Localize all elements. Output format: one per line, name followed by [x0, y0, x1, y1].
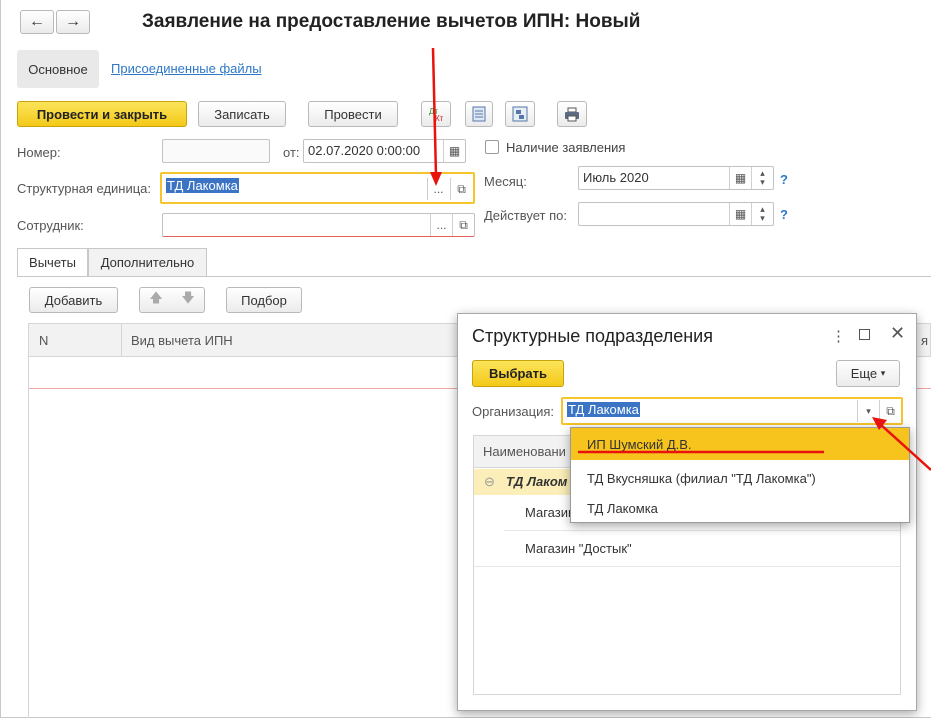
annotation-arrowhead [430, 172, 442, 186]
annotation-overlay [430, 47, 931, 471]
annotation-arrow-line [431, 47, 438, 177]
annotation-arrow-line [879, 423, 931, 471]
